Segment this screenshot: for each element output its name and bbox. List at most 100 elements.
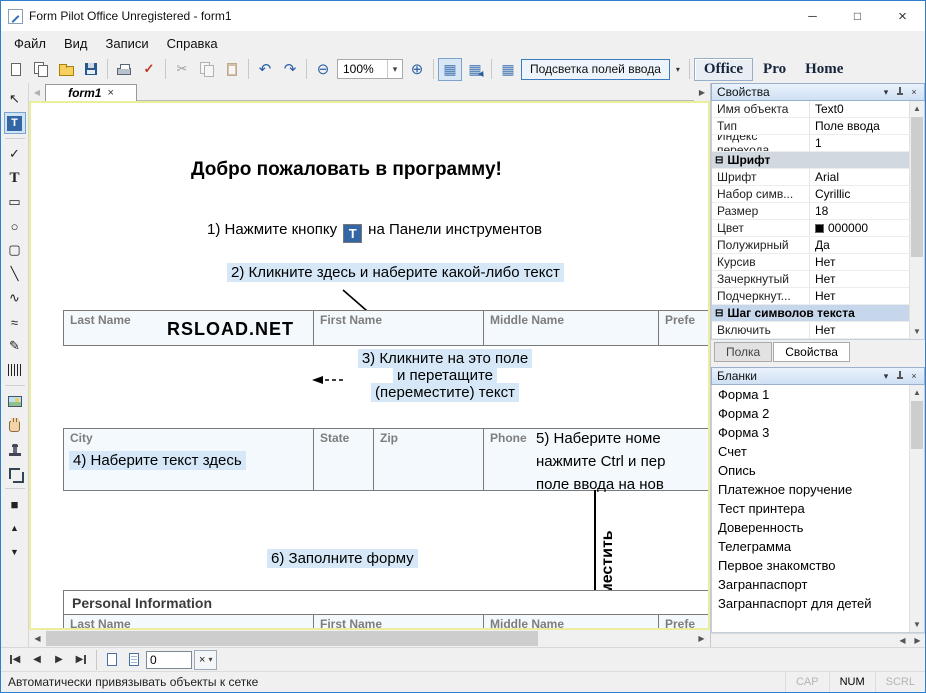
property-row[interactable]: ШрифтArial bbox=[712, 169, 909, 186]
property-group-row[interactable]: ⊟Шаг символов текста bbox=[712, 305, 909, 322]
hscroll-left-button[interactable]: ◀ bbox=[29, 630, 46, 647]
previous-record-button[interactable]: ◀ bbox=[27, 650, 47, 670]
line-tool-button[interactable]: ╲ bbox=[4, 263, 26, 285]
scroll-down-button[interactable]: ▼ bbox=[910, 324, 924, 339]
property-row[interactable]: Цвет000000 bbox=[712, 220, 909, 237]
ellipse-tool-button[interactable]: ○ bbox=[4, 215, 26, 237]
property-row[interactable]: Индекс перехода1 bbox=[712, 135, 909, 152]
scroll-up-button[interactable]: ▲ bbox=[910, 101, 924, 116]
print-button[interactable] bbox=[112, 58, 136, 81]
hand-tool-button[interactable] bbox=[4, 414, 26, 436]
list-item[interactable]: Телеграмма bbox=[712, 537, 909, 556]
undo-button[interactable]: ↶ bbox=[253, 58, 277, 81]
panel-menu-icon[interactable]: ▾ bbox=[879, 369, 893, 383]
pin-icon[interactable] bbox=[893, 369, 907, 383]
delete-record-button[interactable]: × ▾ bbox=[194, 650, 217, 670]
close-button[interactable]: × bbox=[880, 2, 925, 31]
property-row[interactable]: ПолужирныйДа bbox=[712, 237, 909, 254]
rectangle-tool-button[interactable]: ▭ bbox=[4, 191, 26, 213]
save-button[interactable] bbox=[79, 58, 103, 81]
scroll-thumb[interactable] bbox=[911, 401, 923, 449]
record-number-input[interactable] bbox=[146, 651, 192, 669]
tab-form1[interactable]: form1 × bbox=[45, 84, 137, 101]
delete-dropdown-icon[interactable]: ▾ bbox=[208, 655, 212, 664]
list-item[interactable]: Платежное поручение bbox=[712, 480, 909, 499]
wave-tool-button[interactable]: ≈ bbox=[4, 311, 26, 333]
highlight-fields-icon-button[interactable]: ▦ bbox=[496, 58, 520, 81]
crop-tool-button[interactable] bbox=[4, 462, 26, 484]
property-row[interactable]: Набор симв...Cyrillic bbox=[712, 186, 909, 203]
property-value[interactable]: 18 bbox=[810, 204, 909, 218]
image-tool-button[interactable] bbox=[4, 390, 26, 412]
zoom-select[interactable]: 100% ▾ bbox=[337, 59, 403, 79]
hscroll-right-button[interactable]: ▶ bbox=[910, 634, 925, 647]
pin-icon[interactable] bbox=[893, 85, 907, 99]
property-value[interactable]: 1 bbox=[810, 136, 909, 150]
duplicate-button[interactable] bbox=[29, 58, 53, 81]
pan-tool-button[interactable]: ▦ bbox=[463, 58, 487, 81]
copy-record-button[interactable] bbox=[124, 650, 144, 670]
blanks-hscrollbar[interactable]: ◀ ▶ bbox=[711, 633, 925, 647]
scroll-up-button[interactable]: ▲ bbox=[910, 385, 924, 400]
copy-button[interactable] bbox=[195, 58, 219, 81]
property-value[interactable]: Да bbox=[810, 238, 909, 252]
list-item[interactable]: Загранпаспорт bbox=[712, 575, 909, 594]
scroll-thumb[interactable] bbox=[911, 117, 923, 257]
select-tool-button[interactable]: ↖ bbox=[4, 88, 26, 110]
panel-menu-icon[interactable]: ▾ bbox=[879, 85, 893, 99]
property-value[interactable]: Arial bbox=[810, 170, 909, 184]
open-button[interactable] bbox=[54, 58, 78, 81]
collapse-icon[interactable]: ⊟ bbox=[715, 308, 723, 319]
property-row[interactable]: Подчеркнут...Нет bbox=[712, 288, 909, 305]
maximize-button[interactable]: □ bbox=[835, 2, 880, 31]
document-canvas[interactable]: Добро пожаловать в программу! 1) Нажмите… bbox=[29, 101, 710, 630]
property-row[interactable]: ЗачеркнутыйНет bbox=[712, 271, 909, 288]
text-tool-button[interactable]: T bbox=[4, 167, 26, 189]
list-item[interactable]: Форма 1 bbox=[712, 385, 909, 404]
panel-close-icon[interactable]: × bbox=[907, 85, 921, 99]
property-row[interactable]: ТипПоле ввода bbox=[712, 118, 909, 135]
list-item[interactable]: Форма 3 bbox=[712, 423, 909, 442]
new-record-button[interactable] bbox=[102, 650, 122, 670]
menu-file[interactable]: Файл bbox=[5, 33, 55, 54]
property-group-row[interactable]: ⊟Шрифт bbox=[712, 152, 909, 169]
zoom-dropdown-icon[interactable]: ▾ bbox=[387, 60, 402, 78]
minimize-button[interactable]: ─ bbox=[790, 2, 835, 31]
zoom-out-button[interactable]: ⊖ bbox=[311, 58, 335, 81]
property-value[interactable]: Поле ввода bbox=[810, 119, 909, 133]
list-item[interactable]: Опись bbox=[712, 461, 909, 480]
list-item[interactable]: Форма 2 bbox=[712, 404, 909, 423]
property-value[interactable]: Cyrillic bbox=[810, 187, 909, 201]
collapse-icon[interactable]: ⊟ bbox=[715, 155, 723, 166]
spellcheck-button[interactable]: ✓ bbox=[137, 58, 161, 81]
redo-button[interactable]: ↷ bbox=[278, 58, 302, 81]
doc-step2[interactable]: 2) Кликните здесь и наберите какой-либо … bbox=[227, 263, 564, 282]
form-table-3[interactable]: Last Name First Name Middle Name Prefe bbox=[63, 614, 710, 630]
hscroll-left-button[interactable]: ◀ bbox=[895, 634, 910, 647]
doc-step4[interactable]: 4) Наберите текст здесь bbox=[69, 451, 246, 470]
list-item[interactable]: Загранпаспорт для детей bbox=[712, 594, 909, 613]
hscroll-track[interactable] bbox=[46, 630, 693, 647]
property-row[interactable]: КурсивНет bbox=[712, 254, 909, 271]
hscroll-right-button[interactable]: ▶ bbox=[693, 630, 710, 647]
last-record-button[interactable]: ▶ bbox=[71, 650, 91, 670]
cut-button[interactable]: ✂ bbox=[170, 58, 194, 81]
pro-edition-button[interactable]: Pro bbox=[754, 59, 795, 80]
list-item[interactable]: Счет bbox=[712, 442, 909, 461]
property-row[interactable]: Имя объектаText0 bbox=[712, 101, 909, 118]
page-up-button[interactable]: ▲ bbox=[4, 517, 26, 539]
curve-tool-button[interactable]: ∿ bbox=[4, 287, 26, 309]
tab-close-icon[interactable]: × bbox=[107, 87, 113, 99]
property-row[interactable]: ВключитьНет bbox=[712, 322, 909, 339]
property-row[interactable]: Размер18 bbox=[712, 203, 909, 220]
property-value[interactable]: Нет bbox=[810, 289, 909, 303]
rounded-rect-tool-button[interactable]: ▢ bbox=[4, 239, 26, 261]
barcode-tool-button[interactable] bbox=[4, 359, 26, 381]
paste-button[interactable] bbox=[220, 58, 244, 81]
document-hscrollbar[interactable]: ◀ ▶ bbox=[29, 630, 710, 647]
highlight-fields-button[interactable]: Подсветка полей ввода bbox=[521, 59, 670, 80]
stamp-tool-button[interactable] bbox=[4, 438, 26, 460]
fill-color-tool-button[interactable]: ■ bbox=[4, 493, 26, 515]
list-item[interactable]: Первое знакомство bbox=[712, 556, 909, 575]
menu-help[interactable]: Справка bbox=[158, 33, 227, 54]
